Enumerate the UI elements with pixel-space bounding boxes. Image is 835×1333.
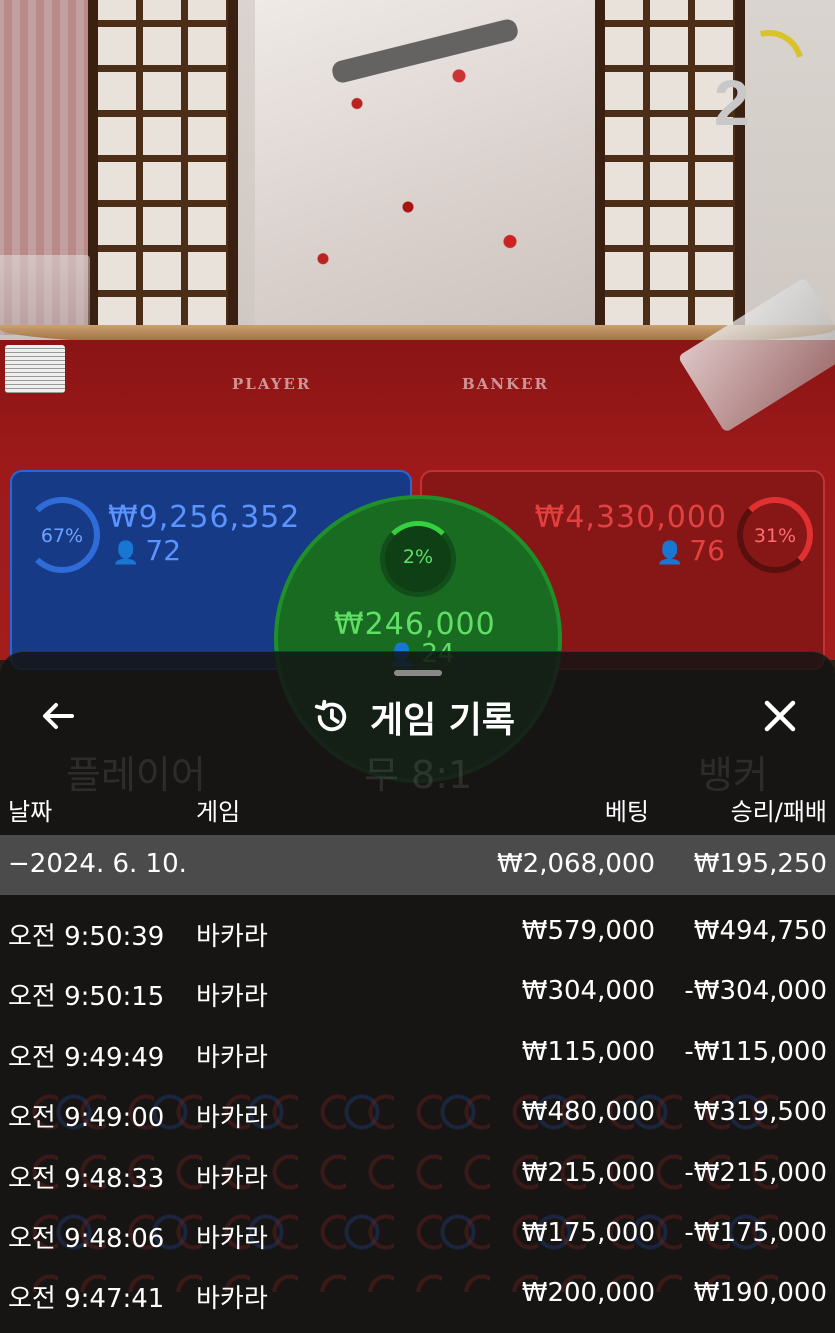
player-count-value: 72 <box>145 534 182 567</box>
record-row[interactable]: 오전 9:50:39 바카라 ₩579,000 ₩494,750 <box>0 902 835 962</box>
round-timer: 2 <box>706 17 817 139</box>
record-bet: ₩175,000 <box>521 1217 655 1248</box>
record-bet: ₩579,000 <box>521 916 655 946</box>
record-row[interactable]: 오전 9:50:15 바카라 ₩304,000 -₩304,000 <box>0 962 835 1022</box>
banker-percent-ring: 31% <box>737 497 813 573</box>
tie-total-bet: ₩246,000 <box>334 607 496 642</box>
round-number: 2 <box>714 67 750 139</box>
record-time: 오전 9:48:33 <box>8 1163 165 1194</box>
record-bet: ₩304,000 <box>521 976 655 1007</box>
banker-total-bet: ₩4,330,000 <box>534 500 727 535</box>
record-game: 바카라 <box>196 922 268 952</box>
player-percent: 67% <box>40 525 84 547</box>
record-row[interactable]: 오전 9:47:41 바카라 ₩200,000 ₩190,000 <box>0 1264 835 1324</box>
card-stack <box>5 345 65 393</box>
banker-percent: 31% <box>753 525 797 547</box>
banker-count-value: 76 <box>689 534 725 567</box>
felt-label-banker: BANKER <box>462 375 549 393</box>
record-win-loss: -₩175,000 <box>684 1217 827 1248</box>
player-percent-ring: 67% <box>24 497 100 573</box>
ghost-label-player: 플레이어 <box>66 753 206 797</box>
date-group-date: −2024. 6. 10. <box>8 849 187 879</box>
column-header-game: 게임 <box>196 798 241 826</box>
date-group-bet: ₩2,068,000 <box>496 849 655 879</box>
record-game: 바카라 <box>196 1163 268 1194</box>
record-bet: ₩215,000 <box>521 1157 655 1188</box>
record-row[interactable]: 오전 9:49:49 바카라 ₩115,000 -₩115,000 <box>0 1023 835 1083</box>
felt-label-player: PLAYER <box>232 375 312 393</box>
record-list: 오전 9:50:39 바카라 ₩579,000 ₩494,750 오전 9:50… <box>0 902 835 1325</box>
record-win-loss: ₩494,750 <box>693 916 827 946</box>
record-row[interactable]: 오전 9:48:33 바카라 ₩215,000 -₩215,000 <box>0 1144 835 1204</box>
column-header-win-loss: 승리/패배 <box>730 798 827 826</box>
record-bet: ₩200,000 <box>521 1278 655 1309</box>
record-win-loss: -₩215,000 <box>684 1157 827 1188</box>
record-row[interactable]: 오전 9:49:00 바카라 ₩480,000 ₩319,500 <box>0 1083 835 1143</box>
tie-percent-ring: 2% <box>380 521 456 597</box>
record-game: 바카라 <box>196 1042 268 1073</box>
record-game: 바카라 <box>196 1284 268 1315</box>
ghost-label-tie: 무 8:1 <box>364 753 473 797</box>
record-time: 오전 9:48:06 <box>8 1223 165 1254</box>
record-game: 바카라 <box>196 982 268 1013</box>
arrow-left-icon <box>43 703 74 729</box>
person-icon: 👤 <box>655 541 684 566</box>
sheet-header: 게임 기록 <box>0 692 835 742</box>
record-win-loss: -₩304,000 <box>684 976 827 1007</box>
record-time: 오전 9:50:15 <box>8 982 165 1013</box>
date-group-row[interactable]: −2024. 6. 10. ₩2,068,000 ₩195,250 <box>0 835 835 895</box>
column-header-date: 날짜 <box>8 798 53 826</box>
date-group-win-loss: ₩195,250 <box>693 849 827 879</box>
back-button[interactable] <box>38 694 78 738</box>
sheet-title: 게임 기록 <box>370 700 516 741</box>
record-win-loss: ₩190,000 <box>693 1278 827 1309</box>
record-win-loss: -₩115,000 <box>684 1036 827 1067</box>
lattice-screen-left <box>88 0 238 335</box>
banker-bettor-count: 👤 76 <box>656 534 725 567</box>
record-bet: ₩480,000 <box>521 1097 655 1128</box>
column-header-bet: 베팅 <box>604 798 649 826</box>
record-game: 바카라 <box>196 1103 268 1134</box>
close-button[interactable] <box>758 692 802 742</box>
person-icon: 👤 <box>112 541 140 566</box>
title-group: 게임 기록 <box>312 692 515 742</box>
record-time: 오전 9:49:00 <box>8 1103 165 1134</box>
ghost-label-banker: 뱅커 <box>698 753 768 797</box>
close-icon <box>764 700 796 732</box>
record-row[interactable]: 오전 9:48:06 바카라 ₩175,000 -₩175,000 <box>0 1204 835 1264</box>
record-time: 오전 9:47:41 <box>8 1284 165 1315</box>
player-bettor-count: 👤 72 <box>112 534 181 567</box>
history-icon <box>314 699 347 732</box>
record-game: 바카라 <box>196 1223 268 1254</box>
tie-percent: 2% <box>402 546 434 568</box>
record-win-loss: ₩319,500 <box>693 1097 827 1128</box>
record-bet: ₩115,000 <box>521 1036 655 1067</box>
record-time: 오전 9:49:49 <box>8 1042 165 1073</box>
drag-handle[interactable] <box>394 670 442 676</box>
player-total-bet: ₩9,256,352 <box>108 500 301 535</box>
game-history-sheet: 플레이어 무 8:1 뱅커 게임 기록 날짜 게임 베팅 승리/패배 −2024… <box>0 651 835 1333</box>
record-time: 오전 9:50:39 <box>8 922 165 952</box>
